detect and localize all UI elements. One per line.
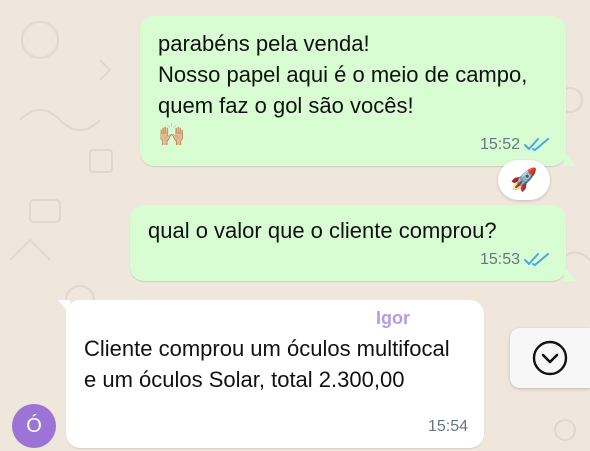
sender-name[interactable]: Igor	[84, 308, 466, 329]
message-time: 15:54	[427, 418, 468, 435]
bubble-tail	[58, 300, 70, 314]
avatar[interactable]: Ó	[12, 404, 56, 448]
message-text: qual o valor que o cliente comprou?	[148, 218, 497, 243]
message-meta: 15:54	[428, 418, 468, 436]
message-text: parabéns pela venda! Nosso papel aqui é …	[158, 31, 528, 118]
scroll-to-bottom-button[interactable]	[510, 328, 590, 388]
message-time: 15:52	[479, 136, 520, 153]
message-meta: 15:53	[480, 251, 550, 269]
message-meta: 15:52	[480, 136, 550, 154]
avatar-initial: Ó	[26, 414, 42, 437]
message-bubble-incoming[interactable]: Igor Cliente comprou um óculos multifoca…	[58, 300, 484, 448]
message-text: Cliente comprou um óculos multifocal e u…	[84, 336, 450, 392]
rocket-icon: 🚀	[510, 167, 538, 192]
message-time: 15:53	[479, 251, 520, 268]
message-bubble-outgoing[interactable]: parabéns pela venda! Nosso papel aqui é …	[140, 16, 576, 166]
double-check-read-icon	[524, 138, 549, 151]
bubble-tail	[564, 152, 576, 166]
message-bubble-outgoing[interactable]: qual o valor que o cliente comprou? 15:5…	[130, 205, 576, 281]
double-check-read-icon	[524, 253, 549, 266]
chevron-down-icon	[532, 340, 568, 376]
message-reaction[interactable]: 🚀	[498, 160, 550, 200]
bubble-tail	[564, 267, 576, 281]
